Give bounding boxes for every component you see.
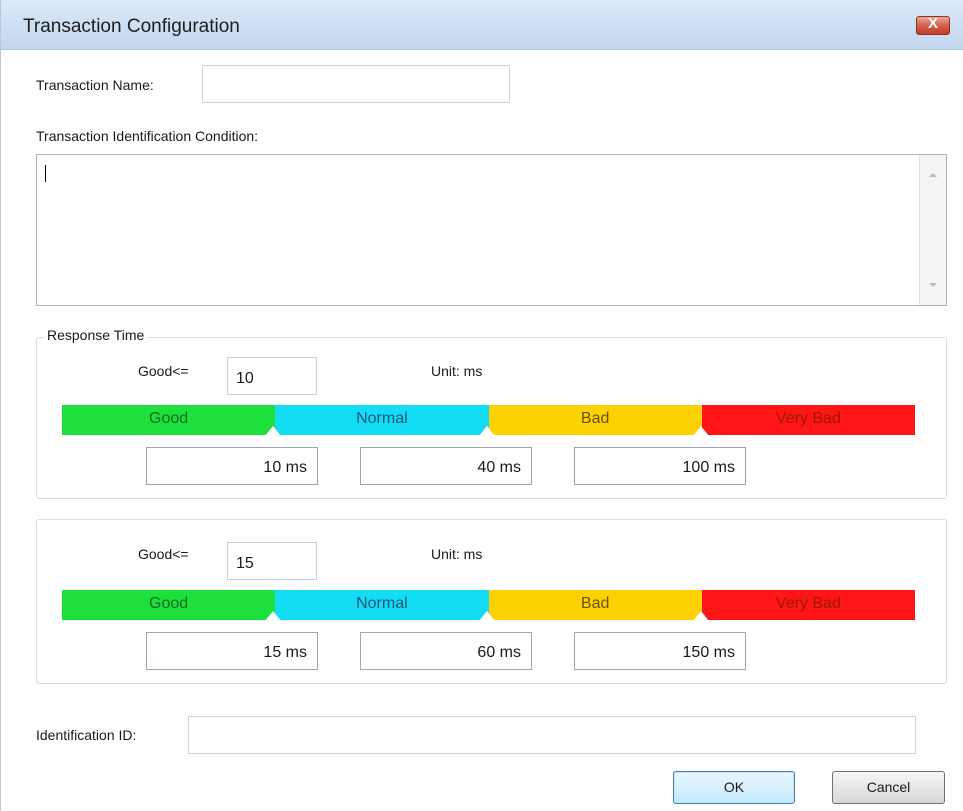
transaction-name-input[interactable] bbox=[202, 65, 510, 103]
close-icon: X bbox=[927, 15, 938, 32]
segment-normal-2: Normal bbox=[275, 590, 489, 620]
unit-label-1: Unit: ms bbox=[431, 363, 483, 379]
transaction-name-label: Transaction Name: bbox=[36, 77, 154, 93]
caret-up-icon[interactable] bbox=[693, 611, 709, 621]
close-button[interactable]: X bbox=[916, 15, 950, 35]
caret-up-icon[interactable] bbox=[479, 611, 495, 621]
good-threshold-label-1: Good<= bbox=[138, 363, 189, 379]
good-threshold-input-1[interactable]: 10 bbox=[227, 357, 317, 395]
unit-label-2: Unit: ms bbox=[431, 546, 483, 562]
identification-id-label: Identification ID: bbox=[36, 727, 137, 743]
text-caret bbox=[45, 165, 46, 182]
threshold-input-2-2[interactable]: 60 ms bbox=[360, 632, 532, 670]
segment-good-2: Good bbox=[62, 590, 276, 620]
title-bar[interactable]: Transaction Configuration X bbox=[1, 0, 963, 50]
response-time-caption: Response Time bbox=[44, 327, 148, 343]
good-threshold-input-2[interactable]: 15 bbox=[227, 542, 317, 580]
condition-label: Transaction Identification Condition: bbox=[36, 128, 259, 144]
condition-textarea[interactable] bbox=[36, 154, 947, 306]
vertical-scrollbar[interactable] bbox=[919, 155, 946, 305]
identification-id-input[interactable] bbox=[188, 716, 916, 754]
threshold-input-1-3[interactable]: 100 ms bbox=[574, 447, 746, 485]
caret-up-icon[interactable] bbox=[693, 426, 709, 436]
segment-very-bad-1: Very Bad bbox=[701, 405, 915, 435]
segment-bad-2: Bad bbox=[488, 590, 702, 620]
threshold-input-2-1[interactable]: 15 ms bbox=[146, 632, 318, 670]
good-threshold-label-2: Good<= bbox=[138, 546, 189, 562]
threshold-input-2-3[interactable]: 150 ms bbox=[574, 632, 746, 670]
caret-up-icon[interactable] bbox=[479, 426, 495, 436]
segment-very-bad-2: Very Bad bbox=[701, 590, 915, 620]
caret-up-icon[interactable] bbox=[265, 426, 281, 436]
segment-bad-1: Bad bbox=[488, 405, 702, 435]
threshold-input-1-2[interactable]: 40 ms bbox=[360, 447, 532, 485]
ok-button[interactable]: OK bbox=[673, 771, 795, 804]
chevron-down-icon[interactable] bbox=[929, 283, 937, 287]
window-title: Transaction Configuration bbox=[23, 16, 240, 37]
chevron-up-icon[interactable] bbox=[929, 173, 937, 177]
caret-up-icon[interactable] bbox=[265, 611, 281, 621]
segment-normal-1: Normal bbox=[275, 405, 489, 435]
segment-good-1: Good bbox=[62, 405, 276, 435]
cancel-button[interactable]: Cancel bbox=[832, 771, 945, 804]
transaction-configuration-dialog: Transaction Configuration X Transaction … bbox=[0, 0, 963, 811]
threshold-input-1-1[interactable]: 10 ms bbox=[146, 447, 318, 485]
